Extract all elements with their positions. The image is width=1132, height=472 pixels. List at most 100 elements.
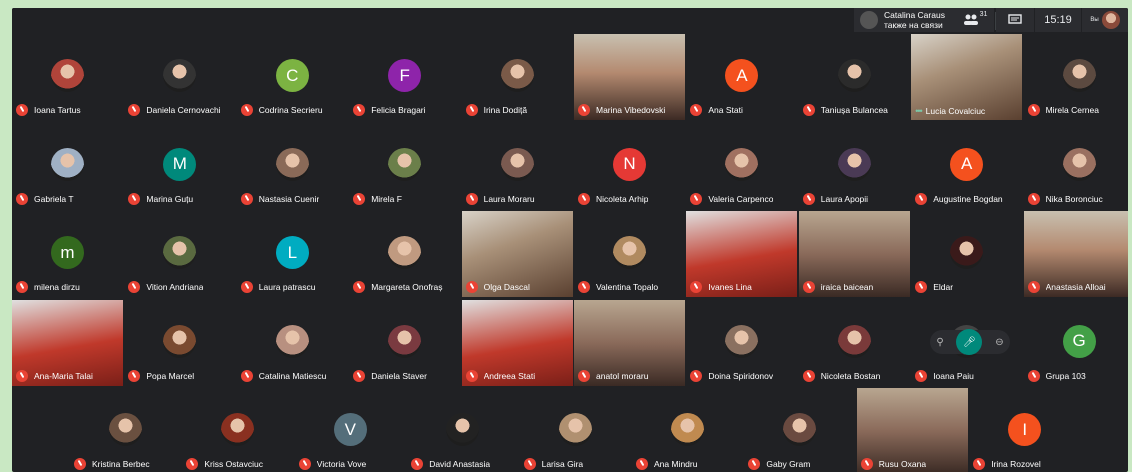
participant-tile[interactable]: I Irina Rozovel — [969, 388, 1081, 472]
participant-avatar: N — [613, 147, 646, 181]
participant-tile[interactable]: Gaby Gram — [744, 388, 856, 472]
participant-tile[interactable]: Mirela Cernea — [1023, 34, 1128, 120]
participant-tile[interactable]: Gabriela T — [12, 122, 123, 209]
participant-tile[interactable]: Nika Boronciuc — [1023, 122, 1128, 209]
participant-name: Rusu Oxana — [878, 459, 927, 469]
participant-tile[interactable]: Nastasia Cuenir — [236, 122, 348, 209]
participant-tile[interactable]: Ana Mindru — [632, 388, 743, 472]
participant-tile[interactable]: G Grupa 103 — [1023, 299, 1128, 386]
participant-name: Marina Guțu — [146, 193, 194, 204]
participant-avatar — [783, 413, 817, 446]
participant-avatar — [446, 413, 480, 446]
screen-frame: Catalina Caraus также на связи 31 15:19 … — [0, 0, 1132, 472]
pin-icon[interactable]: ⚲ — [936, 337, 943, 348]
participant-tile[interactable]: Valeria Carpenco — [686, 122, 798, 209]
participant-tile[interactable]: Larisa Gira — [519, 388, 631, 472]
participant-tile[interactable]: Ana-Maria Talai — [12, 299, 123, 386]
participant-tile[interactable]: A Ana Stati — [686, 34, 798, 120]
participant-tile[interactable]: Vition Andriana — [124, 211, 236, 297]
participant-tile[interactable]: L Laura patrascu — [236, 211, 348, 297]
top-bar: Catalina Caraus также на связи 31 15:19 … — [12, 8, 1128, 34]
participant-tile[interactable]: Anastasia Alloai — [1023, 211, 1128, 297]
participant-tile[interactable]: Laura Apopii — [798, 122, 910, 209]
participant-name: David Anastasia — [429, 459, 491, 469]
participant-tile[interactable]: Kriss Ostavciuc — [182, 388, 294, 472]
participant-tile[interactable]: N Nicoleta Arhip — [574, 122, 685, 209]
participant-tile[interactable]: Laura Moraru — [461, 122, 573, 209]
people-button[interactable]: 31 — [956, 8, 994, 32]
participant-tile[interactable]: Rusu Oxana — [856, 388, 968, 472]
participant-label: Mirela Cernea — [1027, 104, 1128, 116]
participant-avatar — [725, 147, 759, 181]
participant-tile[interactable]: C Codrina Secrieru — [236, 34, 348, 120]
participant-name: Grupa 103 — [1045, 370, 1086, 381]
participant-tile[interactable]: Margareta Onofraș — [349, 211, 461, 297]
participant-name: Codrina Secrieru — [258, 105, 323, 115]
participant-name: Ana Mindru — [654, 459, 698, 469]
participant-label: Laura Apopii — [802, 192, 908, 205]
participant-tile[interactable]: ••• Lucia Covalciuc — [911, 34, 1023, 120]
remove-icon[interactable]: ⊖ — [995, 337, 1003, 348]
presenter-status: также на связи — [884, 20, 943, 30]
mic-off-icon — [802, 369, 815, 382]
presenter-chip[interactable]: Catalina Caraus также на связи — [854, 8, 970, 32]
participant-label: Gaby Gram — [748, 458, 853, 470]
participant-avatar: M — [163, 147, 197, 181]
participant-name: Ioana Paiu — [933, 370, 974, 381]
participant-tile[interactable]: m milena dirzu — [12, 211, 123, 297]
chat-button[interactable] — [996, 8, 1034, 32]
participant-tile[interactable]: Taniușa Bulancea — [798, 34, 910, 120]
participant-tile[interactable]: anatol moraru — [574, 299, 685, 386]
participant-avatar — [388, 324, 422, 358]
participant-tile[interactable]: Olga Dascal — [461, 211, 573, 297]
participant-label: Nika Boronciuc — [1027, 192, 1128, 205]
participant-avatar — [221, 413, 255, 446]
participant-tile[interactable]: Ivanes Lina — [686, 211, 798, 297]
participant-tile[interactable]: David Anastasia — [407, 388, 519, 472]
participant-name: Kristina Berbec — [92, 459, 150, 469]
participant-tile[interactable]: Kristina Berbec — [70, 388, 181, 472]
self-avatar — [1101, 11, 1120, 29]
participant-name: Daniela Staver — [371, 370, 427, 381]
participant-tile[interactable]: V Victoria Vove — [294, 388, 406, 472]
participant-label: Taniușa Bulancea — [802, 104, 908, 116]
participant-tile[interactable]: F Felicia Bragari — [349, 34, 461, 120]
people-icon — [963, 14, 978, 25]
participant-label: Margareta Onofraș — [353, 281, 458, 293]
participant-tile[interactable]: Daniela Staver — [349, 299, 461, 386]
participant-tile[interactable]: A Augustine Bogdan — [911, 122, 1023, 209]
participant-tile[interactable]: Popa Marcel — [124, 299, 236, 386]
participant-name: Taniușa Bulancea — [820, 105, 888, 115]
participant-name: Anastasia Alloai — [1045, 282, 1106, 292]
participant-tile[interactable]: Andreea Stati — [461, 299, 573, 386]
participant-tile[interactable]: Daniela Cernovachi — [124, 34, 236, 120]
participant-name: Lucia Covalciuc — [925, 106, 986, 116]
participant-name: Valentina Topalo — [596, 282, 659, 292]
mic-off-icon — [802, 281, 815, 293]
participant-tile[interactable]: iraica baicean — [798, 211, 910, 297]
mute-button[interactable]: 🎤︎ — [956, 329, 983, 355]
mic-off-icon — [128, 369, 141, 382]
participant-label: Catalina Matiescu — [240, 369, 346, 382]
participant-tile[interactable]: Irina Dodiță — [461, 34, 573, 120]
participant-tile[interactable]: M Marina Guțu — [124, 122, 236, 209]
participant-tile[interactable]: Valentina Topalo — [574, 211, 685, 297]
participant-name: Margareta Onofraș — [371, 282, 443, 292]
participant-tile[interactable]: Ioana Tartus — [12, 34, 123, 120]
mic-off-icon — [578, 104, 590, 116]
participant-name: Olga Dascal — [483, 282, 530, 292]
participant-label: Augustine Bogdan — [915, 192, 1020, 205]
participant-tile[interactable]: Eldar — [911, 211, 1023, 297]
participant-avatar — [837, 59, 871, 92]
participant-tile[interactable]: Nicoleta Bostan — [798, 299, 910, 386]
self-view[interactable]: Вы — [1082, 8, 1128, 32]
participant-label: Grupa 103 — [1027, 369, 1128, 382]
participant-avatar: A — [725, 59, 759, 92]
mic-off-icon — [1027, 192, 1040, 205]
participant-tile[interactable]: Marina Vibedovski — [574, 34, 685, 120]
people-count: 31 — [979, 11, 988, 18]
participant-tile[interactable]: Catalina Matiescu — [236, 299, 348, 386]
participant-tile[interactable]: Doina Spiridonov — [686, 299, 798, 386]
mic-off-icon — [690, 281, 703, 293]
participant-tile[interactable]: Mirela F — [349, 122, 461, 209]
